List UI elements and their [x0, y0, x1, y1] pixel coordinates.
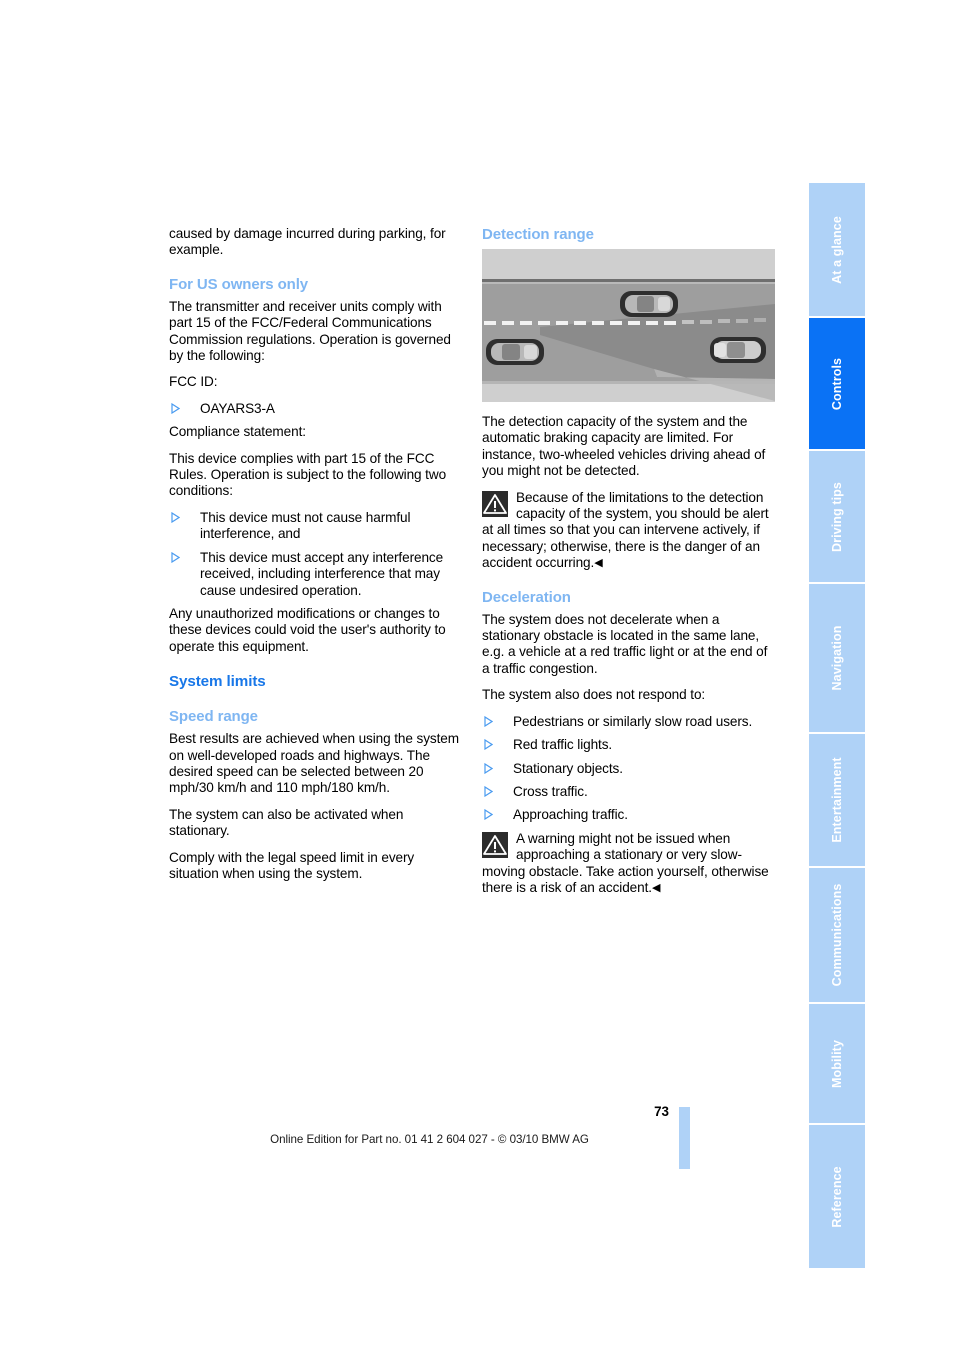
triangle-bullet-icon	[484, 809, 493, 821]
speed-range-paragraph-2: The system can also be activated when st…	[169, 806, 404, 839]
list-item-approaching-traffic: Approaching traffic.	[482, 807, 774, 823]
warning-end-mark: ◀	[594, 557, 603, 570]
triangle-bullet-icon	[484, 785, 493, 797]
speed-range-paragraph-3: Comply with the legal speed limit in eve…	[169, 849, 415, 881]
heading-speed-range: Speed range	[169, 708, 258, 726]
tab-communications[interactable]: Communications	[809, 868, 865, 1004]
condition-2-text: This device must accept any interference…	[200, 549, 444, 598]
tab-label: Entertainment	[830, 757, 844, 843]
heading-for-us-owners-only: For US owners only	[169, 275, 309, 293]
heading-system-limits: System limits	[169, 673, 266, 691]
triangle-bullet-icon	[484, 739, 493, 751]
warning-triangle-icon	[482, 831, 508, 858]
tab-label: At a glance	[830, 215, 844, 284]
edition-line: Online Edition for Part no. 01 41 2 604 …	[270, 1133, 589, 1146]
chapter-tab-rail: At a glance Controls Driving tips Naviga…	[809, 183, 865, 1270]
list-item-red-traffic-lights: Red traffic lights.	[482, 737, 774, 753]
manual-page: caused by damage incurred during parking…	[0, 0, 954, 1350]
us-owners-paragraph-1: The transmitter and receiver units compl…	[169, 298, 451, 364]
list-item-fcc-id: OAYARS3-A	[169, 401, 461, 417]
warning-detection-capacity-text: Because of the limitations to the detect…	[482, 489, 769, 571]
fcc-id-label: FCC ID:	[169, 374, 218, 390]
deceleration-list-intro: The system also does not respond to:	[482, 687, 706, 703]
tab-label: Controls	[830, 357, 844, 410]
own-vehicle	[486, 339, 544, 365]
tab-label: Reference	[830, 1165, 844, 1228]
tab-entertainment[interactable]: Entertainment	[809, 734, 865, 868]
tab-mobility[interactable]: Mobility	[809, 1004, 865, 1125]
list-item-stationary-objects: Stationary objects.	[482, 761, 774, 777]
tab-label: Navigation	[830, 625, 844, 691]
compliance-statement-label: Compliance statement:	[169, 424, 306, 440]
tab-reference[interactable]: Reference	[809, 1125, 865, 1270]
tab-label: Communications	[830, 883, 844, 987]
deceleration-paragraph-1: The system does not decelerate when a st…	[482, 611, 768, 676]
warning-detection-capacity: Because of the limitations to the detect…	[482, 490, 774, 572]
list-item-label: Red traffic lights.	[513, 737, 613, 753]
detection-range-illustration	[482, 249, 775, 402]
triangle-bullet-icon	[171, 402, 180, 414]
triangle-bullet-icon	[484, 762, 493, 774]
tab-label: Mobility	[830, 1039, 844, 1088]
left-column: caused by damage incurred during parking…	[169, 226, 461, 892]
tab-controls[interactable]: Controls	[809, 318, 865, 451]
list-item-label: Approaching traffic.	[513, 807, 628, 823]
list-item-condition-1: This device must not cause harmful inter…	[169, 510, 461, 543]
warning-triangle-icon	[482, 490, 508, 517]
warning-no-warning-issued: A warning might not be issued when appro…	[482, 831, 774, 897]
intro-paragraph: caused by damage incurred during parking…	[169, 226, 446, 258]
tab-driving-tips[interactable]: Driving tips	[809, 451, 865, 584]
list-item-condition-2: This device must accept any interference…	[169, 550, 461, 599]
tab-navigation[interactable]: Navigation	[809, 584, 865, 734]
page-number: 73	[654, 1104, 669, 1119]
vehicle-ahead	[620, 291, 678, 317]
right-column: Detection range The detection capacity o…	[482, 226, 775, 906]
list-item-cross-traffic: Cross traffic.	[482, 784, 774, 800]
triangle-bullet-icon	[171, 551, 180, 563]
fcc-id-value: OAYARS3-A	[200, 400, 275, 416]
list-item-label: Stationary objects.	[513, 760, 623, 776]
us-owners-paragraph-3: Any unauthorized modifications or change…	[169, 605, 446, 654]
list-item-label: Cross traffic.	[513, 783, 588, 799]
list-item-label: Pedestrians or similarly slow road users…	[513, 713, 753, 729]
triangle-bullet-icon	[484, 715, 493, 727]
us-owners-paragraph-2: This device complies with part 15 of the…	[169, 450, 447, 499]
heading-detection-range: Detection range	[482, 226, 594, 243]
list-item-pedestrians: Pedestrians or similarly slow road users…	[482, 714, 774, 730]
speed-range-paragraph-1: Best results are achieved when using the…	[169, 731, 459, 796]
vehicle-far-right	[710, 337, 766, 363]
triangle-bullet-icon	[171, 511, 180, 523]
tab-at-a-glance[interactable]: At a glance	[809, 183, 865, 318]
detection-range-paragraph-1: The detection capacity of the system and…	[482, 414, 766, 479]
condition-1-text: This device must not cause harmful inter…	[200, 509, 411, 542]
warning-end-mark: ◀	[651, 881, 661, 894]
warning-no-warning-issued-text: A warning might not be issued when appro…	[482, 830, 769, 895]
tab-label: Driving tips	[830, 481, 844, 552]
heading-deceleration: Deceleration	[482, 588, 571, 606]
